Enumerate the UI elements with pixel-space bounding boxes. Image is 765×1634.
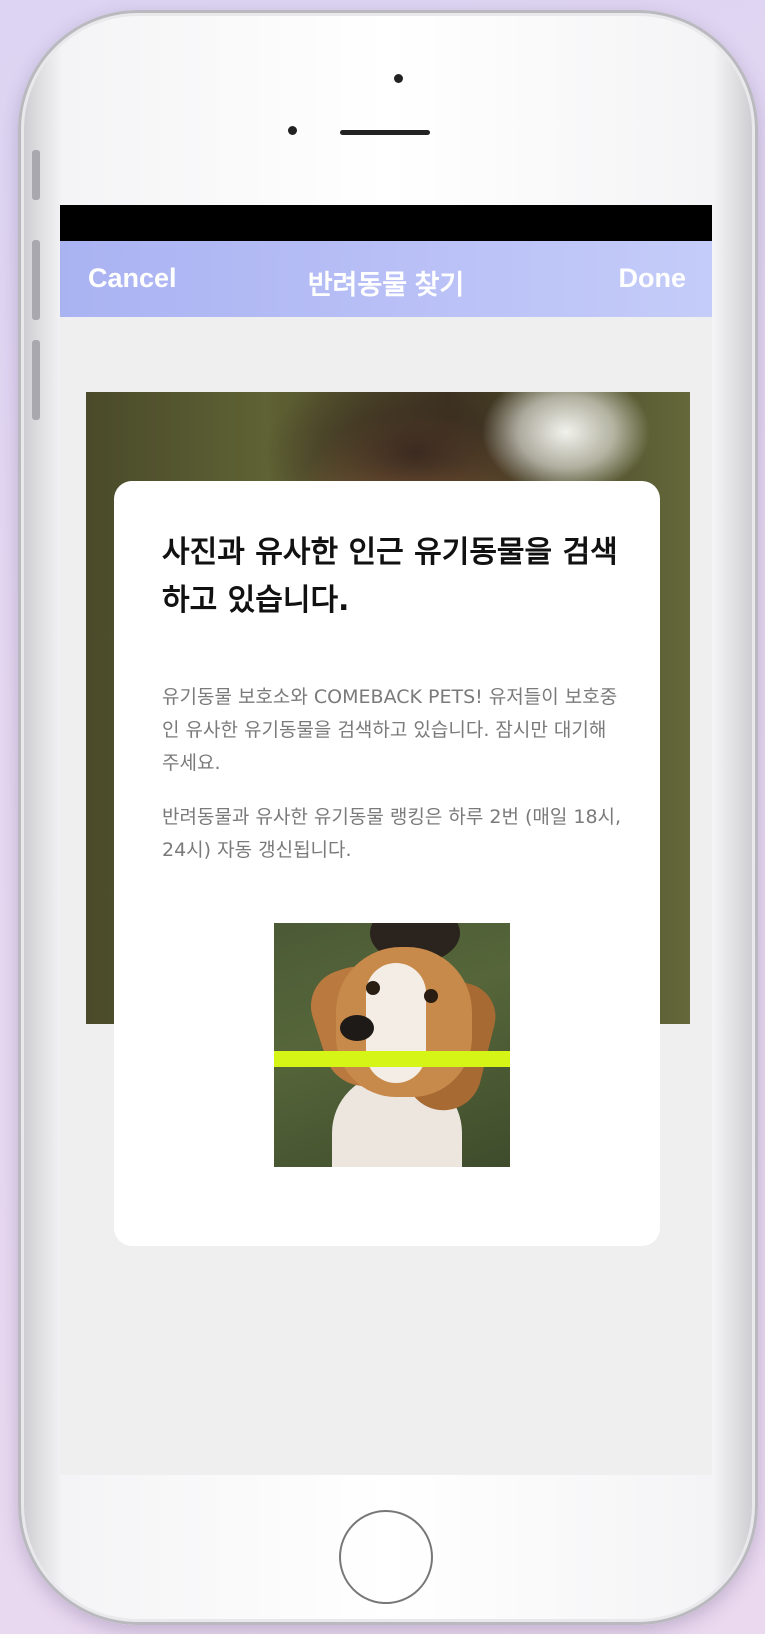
navigation-bar: Cancel 반려동물 찾기 Done — [60, 241, 712, 317]
pet-photo-thumbnail — [274, 923, 510, 1167]
mute-switch — [32, 150, 40, 200]
scan-line-icon — [274, 1051, 510, 1067]
modal-title: 사진과 유사한 인근 유기동물을 검색하고 있습니다. — [162, 535, 618, 618]
proximity-sensor-icon — [288, 126, 297, 135]
status-bar — [60, 205, 712, 241]
app-screen: Cancel 반려동물 찾기 Done 사진과 유사한 인근 유기동물을 검색하… — [60, 205, 712, 1475]
modal-description: 유기동물 보호소와 COMEBACK PETS! 유저들이 보호중인 유사한 유… — [162, 686, 618, 774]
page-title: 반려동물 찾기 — [307, 270, 465, 300]
home-button[interactable] — [339, 1510, 433, 1604]
volume-up-button — [32, 240, 40, 320]
dog-eye-right — [424, 989, 438, 1003]
earpiece-speaker — [340, 130, 430, 135]
done-button[interactable]: Done — [619, 263, 687, 294]
volume-down-button — [32, 340, 40, 420]
front-camera-icon — [394, 74, 403, 83]
dog-eye-left — [366, 981, 380, 995]
ranking-update-note: 반려동물과 유사한 유기동물 랭킹은 하루 2번 (매일 18시, 24시) 자… — [162, 806, 622, 861]
search-progress-modal: 사진과 유사한 인근 유기동물을 검색하고 있습니다. 유기동물 보호소와 CO… — [114, 481, 660, 1246]
dog-nose — [340, 1015, 374, 1041]
